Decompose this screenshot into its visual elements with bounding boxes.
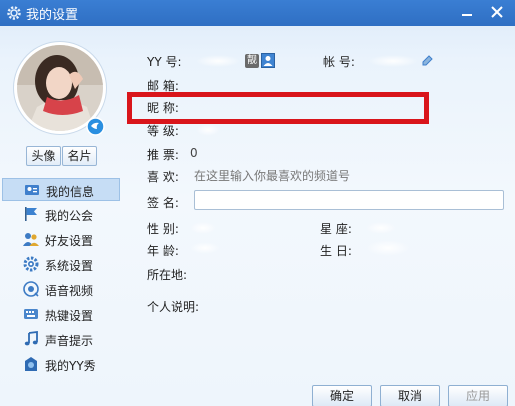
verified-badge-icon bbox=[86, 117, 105, 136]
sidebar-item-label: 声音提示 bbox=[45, 334, 94, 348]
flag-icon bbox=[25, 207, 37, 221]
bio-label: 个人说明: bbox=[147, 300, 200, 314]
zodiac-value bbox=[366, 222, 396, 234]
sidebar-item-hotkeys[interactable]: 热键设置 bbox=[2, 303, 120, 326]
zodiac-label: 星 座: bbox=[320, 222, 352, 236]
ok-button[interactable]: 确定 bbox=[312, 385, 372, 406]
yy-show-icon bbox=[25, 357, 37, 371]
sidebar-item-system[interactable]: 系统设置 bbox=[2, 253, 120, 276]
sidebar-item-label: 好友设置 bbox=[45, 234, 94, 248]
apply-button[interactable]: 应用 bbox=[448, 385, 508, 406]
birthday-value bbox=[366, 240, 410, 256]
sidebar-item-my-info[interactable]: 我的信息 bbox=[2, 178, 120, 201]
votes-label: 推 票: bbox=[147, 148, 179, 162]
cancel-button[interactable]: 取消 bbox=[380, 385, 440, 406]
yy-number-value bbox=[196, 55, 240, 67]
sidebar-item-friends[interactable]: 好友设置 bbox=[2, 228, 120, 251]
birthday-label: 生 日: bbox=[320, 244, 352, 258]
sidebar-item-my-guild[interactable]: 我的公会 bbox=[2, 203, 120, 226]
window-title: 我的设置 bbox=[26, 8, 79, 23]
signature-label: 签 名: bbox=[147, 196, 179, 210]
minimize-icon[interactable] bbox=[458, 4, 476, 20]
settings-window: 我的设置 头像 名片 我的信息 我的公会 好友设置 系统设置 语音视频 热键设置… bbox=[0, 0, 515, 406]
sidebar-item-label: 系统设置 bbox=[45, 259, 94, 273]
account-value bbox=[368, 55, 418, 67]
location-label: 所在地: bbox=[147, 268, 188, 282]
level-value bbox=[196, 124, 220, 136]
sidebar-item-label: 我的YY秀 bbox=[45, 359, 96, 373]
nickname-highlight-box bbox=[127, 92, 429, 124]
hobby-label: 喜 欢: bbox=[147, 170, 179, 184]
headset-icon bbox=[23, 281, 39, 297]
avatar-button[interactable]: 头像 bbox=[26, 146, 61, 166]
gender-label: 性 别: bbox=[147, 222, 179, 236]
sidebar-item-label: 我的信息 bbox=[46, 185, 95, 199]
hobby-input[interactable]: 在这里输入你最喜欢的频道号 bbox=[194, 167, 350, 184]
sidebar-item-label: 热键设置 bbox=[45, 309, 94, 323]
badge: 靓 bbox=[245, 54, 259, 68]
card-button[interactable]: 名片 bbox=[62, 146, 97, 166]
sidebar-item-sound[interactable]: 声音提示 bbox=[2, 328, 120, 351]
age-label: 年 龄: bbox=[147, 244, 179, 258]
gear-icon bbox=[23, 256, 39, 272]
sidebar-item-label: 我的公会 bbox=[45, 209, 94, 223]
gender-value bbox=[190, 222, 216, 234]
level-label: 等 级: bbox=[147, 124, 179, 138]
title-bar[interactable]: 我的设置 bbox=[0, 0, 515, 26]
sidebar-item-yy-show[interactable]: 我的YY秀 bbox=[2, 353, 120, 376]
profile-card-icon bbox=[25, 185, 39, 195]
yy-number-label: YY 号: bbox=[147, 55, 182, 69]
contact-card-icon[interactable] bbox=[261, 53, 275, 68]
sidebar-item-label: 语音视频 bbox=[45, 284, 94, 298]
music-note-icon bbox=[24, 331, 38, 346]
account-label: 帐 号: bbox=[323, 55, 355, 69]
votes-value: 0 bbox=[190, 146, 198, 160]
friends-icon bbox=[23, 233, 39, 246]
age-value bbox=[190, 242, 220, 254]
close-icon[interactable] bbox=[488, 4, 506, 20]
gear-icon bbox=[7, 6, 21, 20]
signature-input[interactable] bbox=[194, 190, 504, 210]
edit-icon[interactable] bbox=[421, 54, 434, 67]
sidebar-item-voice-video[interactable]: 语音视频 bbox=[2, 278, 120, 301]
keyboard-icon bbox=[24, 309, 38, 319]
